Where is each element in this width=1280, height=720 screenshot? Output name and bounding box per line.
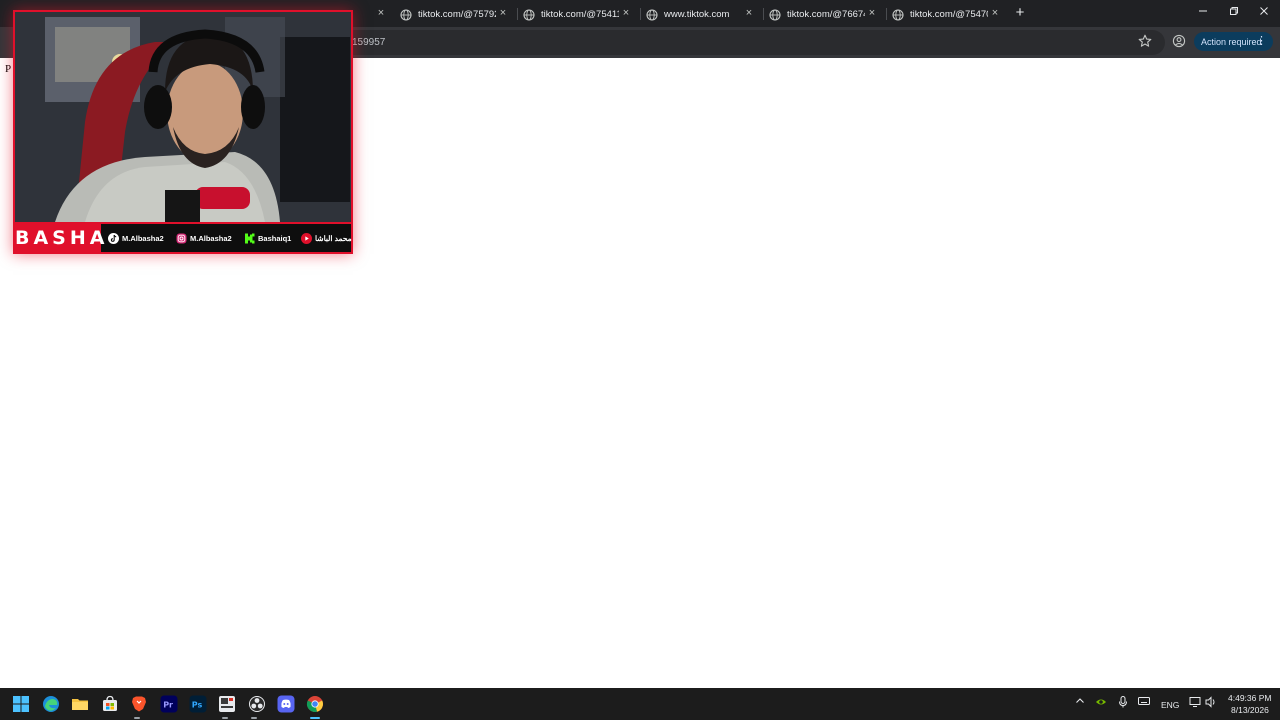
- kick-icon: [245, 233, 255, 243]
- close-tab-icon[interactable]: ×: [619, 7, 633, 19]
- social-handle: محمد الباشا: [315, 233, 352, 243]
- browser-tab[interactable]: www.tiktok.com ×: [640, 2, 762, 27]
- social-handle: M.Albasha2: [190, 233, 232, 243]
- tab-title: www.tiktok.com: [664, 9, 730, 20]
- profile-icon[interactable]: [1172, 34, 1186, 48]
- close-tab-icon[interactable]: ×: [374, 7, 388, 19]
- close-tab-icon[interactable]: ×: [496, 7, 510, 19]
- file-explorer-icon[interactable]: [71, 695, 89, 713]
- action-required-button[interactable]: Action required ⋮: [1194, 32, 1273, 51]
- tab-title: tiktok.com/@757929: [418, 9, 496, 20]
- running-indicator: [310, 717, 320, 719]
- tiktok-icon: [108, 232, 119, 244]
- page-text: P: [5, 63, 12, 75]
- desktop-screen: tiktok.com/@757929 × tiktok.com/@754113 …: [0, 0, 1280, 720]
- close-tab-icon[interactable]: ×: [865, 7, 879, 19]
- discord-icon[interactable]: [277, 695, 295, 713]
- svg-text:Pr: Pr: [163, 701, 173, 710]
- tab-title: tiktok.com/@754701: [910, 9, 988, 20]
- premiere-icon[interactable]: Pr: [160, 695, 178, 713]
- running-indicator: [134, 717, 140, 719]
- tab-title: tiktok.com/@754113: [541, 9, 619, 20]
- globe-icon: [646, 8, 658, 21]
- close-tab-icon[interactable]: ×: [988, 7, 1002, 19]
- clock-date[interactable]: 8/13/2026: [1231, 705, 1269, 715]
- app-icon[interactable]: [218, 695, 236, 713]
- social-handle: Bashaiq1: [258, 233, 292, 243]
- webcam-banner: BASHA M.Albasha2 M.Albasha2 Bashaiq1 محم…: [15, 222, 352, 252]
- nvidia-icon[interactable]: [1094, 696, 1108, 710]
- new-tab-button[interactable]: +: [1012, 4, 1028, 22]
- close-tab-icon[interactable]: ×: [742, 7, 756, 19]
- social-handle: M.Albasha2: [122, 233, 164, 243]
- chevron-up-icon[interactable]: [1073, 696, 1087, 710]
- restore-icon[interactable]: [1226, 5, 1242, 21]
- edge-icon[interactable]: [42, 695, 60, 713]
- address-bar[interactable]: [280, 30, 1165, 55]
- youtube-icon: [301, 232, 312, 244]
- social-tiktok: M.Albasha2: [108, 231, 164, 245]
- network-icon[interactable]: [1188, 696, 1202, 710]
- action-required-label: Action required: [1201, 36, 1262, 47]
- clock-time[interactable]: 4:49:36 PM: [1228, 693, 1271, 703]
- instagram-icon: [176, 233, 187, 243]
- social-youtube: محمد الباشا: [301, 231, 352, 245]
- brand-logo: BASHA: [15, 224, 104, 252]
- svg-text:Ps: Ps: [192, 701, 203, 710]
- language-indicator[interactable]: ENG: [1161, 700, 1179, 710]
- obs-icon[interactable]: [248, 695, 266, 713]
- chrome-icon[interactable]: [306, 695, 324, 713]
- more-vert-icon: ⋮: [1256, 35, 1267, 47]
- globe-icon: [523, 8, 535, 21]
- brave-icon[interactable]: [130, 695, 148, 713]
- globe-icon: [400, 8, 412, 21]
- streamer-webcam-image: [15, 12, 351, 222]
- bookmark-star-icon[interactable]: [1138, 34, 1152, 48]
- browser-tab[interactable]: tiktok.com/@757929 ×: [394, 2, 516, 27]
- keyboard-icon[interactable]: [1137, 696, 1151, 710]
- windows-taskbar: Pr Ps ENG 4:49:36 PM 8/13/2026: [0, 688, 1280, 720]
- globe-icon: [769, 8, 781, 21]
- globe-icon: [892, 8, 904, 21]
- store-icon[interactable]: [101, 695, 119, 713]
- minimize-icon[interactable]: [1195, 5, 1211, 21]
- social-instagram: M.Albasha2: [176, 231, 232, 245]
- volume-icon[interactable]: [1204, 696, 1218, 710]
- browser-tab[interactable]: tiktok.com/@754113 ×: [517, 2, 639, 27]
- webcam-overlay: BASHA M.Albasha2 M.Albasha2 Bashaiq1 محم…: [13, 10, 353, 254]
- webcam-video: [15, 12, 351, 222]
- running-indicator: [251, 717, 257, 719]
- browser-tab[interactable]: tiktok.com/@754701 ×: [886, 2, 1008, 27]
- tab-title: tiktok.com/@766748: [787, 9, 865, 20]
- photoshop-icon[interactable]: Ps: [189, 695, 207, 713]
- windows-start-icon[interactable]: [12, 695, 30, 713]
- url-text[interactable]: 159957: [352, 37, 385, 48]
- microphone-icon[interactable]: [1116, 696, 1130, 710]
- social-kick: Bashaiq1: [244, 231, 291, 245]
- browser-tab[interactable]: tiktok.com/@766748 ×: [763, 2, 885, 27]
- running-indicator: [222, 717, 228, 719]
- window-close-icon[interactable]: [1256, 5, 1272, 21]
